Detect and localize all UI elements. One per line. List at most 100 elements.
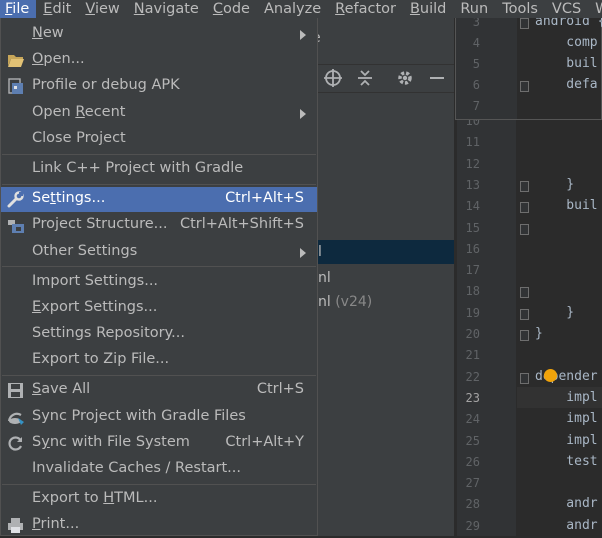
line-number: 29 <box>465 518 480 533</box>
shortcut-label: Ctrl+Alt+S <box>225 190 304 206</box>
tree-row[interactable]: l <box>318 240 454 264</box>
menu-item-open[interactable]: Open... <box>1 48 317 73</box>
menu-item-open-recent[interactable]: Open Recent <box>1 101 317 126</box>
save-icon <box>7 382 24 399</box>
menubar-item-edit[interactable]: Edit <box>36 0 78 18</box>
hide-icon[interactable] <box>426 68 448 90</box>
line-number: 15 <box>465 220 480 235</box>
menu-item-export-settings[interactable]: Export Settings... <box>1 296 317 321</box>
fold-marker-icon[interactable] <box>520 180 529 192</box>
menu-item-label: Close Project <box>32 130 126 146</box>
locate-icon[interactable] <box>322 68 344 90</box>
gear-icon[interactable] <box>394 68 416 90</box>
line-number: 13 <box>465 177 480 192</box>
line-number: 24 <box>465 412 480 427</box>
menu-item-sync-filesystem[interactable]: Sync with File System Ctrl+Alt+Y <box>1 431 317 456</box>
menu-item-settings[interactable]: Settings... Ctrl+Alt+S <box>1 187 317 212</box>
fold-marker-icon[interactable] <box>520 287 529 299</box>
shortcut-label: Ctrl+S <box>256 381 304 397</box>
line-number: 20 <box>465 327 480 341</box>
menubar-item-view[interactable]: View <box>78 0 126 18</box>
menu-item-other-settings[interactable]: Other Settings <box>1 240 317 265</box>
intention-bulb-icon[interactable] <box>544 369 557 382</box>
menubar-item-refactor[interactable]: Refactor <box>328 0 403 18</box>
code-line: andr <box>535 517 598 533</box>
menubar-item-text: ile <box>12 1 30 17</box>
mnemonic-letter: B <box>409 1 420 17</box>
menubar-item-build[interactable]: Build <box>403 0 453 18</box>
shortcut-label: Ctrl+Alt+Shift+S <box>179 216 304 232</box>
menubar-item-vcs[interactable]: VCS <box>545 0 588 18</box>
menubar-item-analyze[interactable]: Analyze <box>257 0 328 18</box>
menu-item-label: Profile or debug APK <box>32 77 180 93</box>
refresh-icon <box>7 435 24 452</box>
line-number: 11 <box>465 135 480 150</box>
code-line: impl <box>535 411 598 427</box>
fold-marker-icon[interactable] <box>520 308 529 320</box>
menu-item-export-zip[interactable]: Export to Zip File... <box>1 348 317 373</box>
printer-icon <box>7 517 24 534</box>
menubar-item-text: efactor <box>344 1 396 17</box>
popup-code-line: defa <box>535 77 598 92</box>
collapse-all-icon[interactable] <box>354 68 376 90</box>
line-number: 26 <box>465 454 480 469</box>
fold-marker-icon[interactable] <box>520 372 529 384</box>
menubar-item-file[interactable]: File <box>0 0 37 18</box>
menu-item-label: Sync with File System <box>32 434 190 450</box>
line-number: 12 <box>465 156 480 171</box>
popup-line-number: 5 <box>472 57 480 71</box>
code-line: } <box>535 326 543 341</box>
menu-item-invalidate-caches[interactable]: Invalidate Caches / Restart... <box>1 457 317 482</box>
menu-item-export-html[interactable]: Export to HTML... <box>1 487 317 512</box>
menu-item-label: Invalidate Caches / Restart... <box>32 460 241 476</box>
popup-code-line: buil <box>535 56 598 71</box>
menu-item-print[interactable]: Print... <box>1 513 317 538</box>
menu-item-link-cpp[interactable]: Link C++ Project with Gradle <box>1 157 317 182</box>
menu-item-profile-apk[interactable]: Profile or debug APK <box>1 74 317 99</box>
tree-row[interactable]: nl (v24) <box>318 290 454 314</box>
wrench-icon <box>7 191 24 208</box>
fold-marker-icon[interactable] <box>520 18 529 29</box>
popup-line-number: 4 <box>472 36 480 50</box>
submenu-arrow-icon <box>300 30 306 40</box>
fold-marker-icon[interactable] <box>520 223 529 235</box>
mnemonic-letter: V <box>85 1 95 17</box>
menubar-item-w[interactable]: W <box>588 0 602 18</box>
main-menubar: File Edit View Navigate Code Analyze Refactor B… <box>0 0 602 18</box>
menu-item-label: Link C++ Project with Gradle <box>32 160 244 176</box>
menu-item-close-project[interactable]: Close Project <box>1 127 317 152</box>
fold-marker-icon[interactable] <box>520 81 529 92</box>
menubar-item-text: uild <box>419 1 447 17</box>
apk-icon <box>7 78 24 95</box>
menu-item-sync-gradle[interactable]: Sync Project with Gradle Files <box>1 405 317 430</box>
menu-item-label: Settings... <box>32 190 106 206</box>
mnemonic-letter: N <box>133 1 145 17</box>
menu-item-new[interactable]: New <box>1 22 317 47</box>
line-number: 23 <box>465 390 480 405</box>
menu-item-project-structure[interactable]: Project Structure... Ctrl+Alt+Shift+S <box>1 213 317 238</box>
fold-marker-icon[interactable] <box>520 202 529 214</box>
fold-marker-icon[interactable] <box>520 330 529 341</box>
menu-item-label: Export to HTML... <box>32 490 158 506</box>
menubar-item-navigate[interactable]: Navigate <box>127 0 206 18</box>
menubar-item-tools[interactable]: Tools <box>495 0 545 18</box>
line-number: 18 <box>465 284 480 299</box>
mnemonic-letter: C <box>212 1 223 17</box>
menu-item-settings-repository[interactable]: Settings Repository... <box>1 322 317 347</box>
project-toolbar <box>318 64 454 93</box>
code-line: buil <box>535 198 598 214</box>
menubar-item-run[interactable]: Run <box>453 0 495 18</box>
popup-line-number: 6 <box>472 78 480 92</box>
menu-item-import-settings[interactable]: Import Settings... <box>1 270 317 295</box>
menubar-item-code[interactable]: Code <box>206 0 257 18</box>
line-number: 17 <box>465 263 480 278</box>
menu-separator <box>2 184 316 185</box>
menu-item-label: Save All <box>32 381 91 397</box>
menu-item-label: Export Settings... <box>32 299 158 315</box>
menu-item-save-all[interactable]: Save All Ctrl+S <box>1 378 317 403</box>
menu-item-label: Export to Zip File... <box>32 351 170 367</box>
line-number: 25 <box>465 433 480 448</box>
line-number: 28 <box>465 497 480 512</box>
file-menu: New Open... Profile or debug APK Open Re… <box>0 18 318 536</box>
tree-row[interactable]: nl <box>318 266 454 290</box>
